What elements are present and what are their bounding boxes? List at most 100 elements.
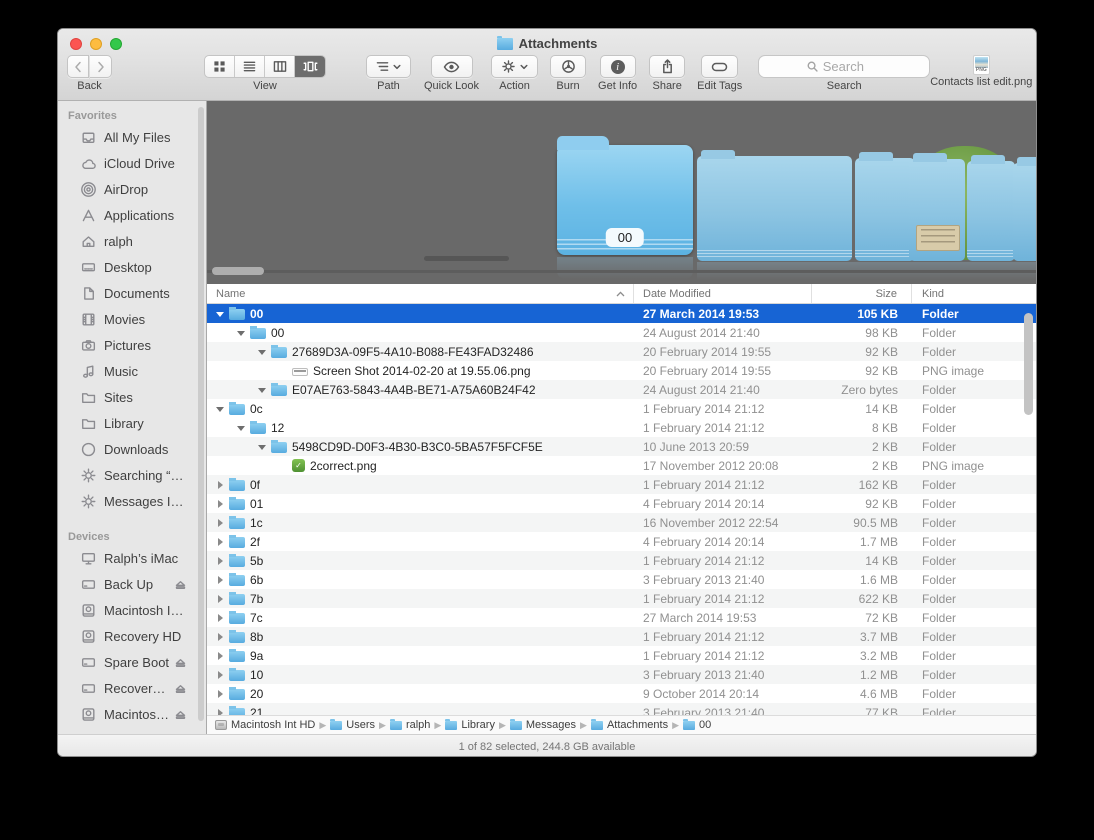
sidebar-item-messages-i[interactable]: Messages I… — [58, 488, 206, 514]
list-scrollbar[interactable] — [1021, 305, 1036, 715]
sidebar-item-macintosh-i[interactable]: Macintosh I… — [58, 597, 206, 623]
table-row[interactable]: 00 24 August 2014 21:40 98 KB Folder — [207, 323, 1036, 342]
table-row[interactable]: Screen Shot 2014-02-20 at 19.55.06.png 20… — [207, 361, 1036, 380]
table-row[interactable]: 27689D3A-09F5-4A10-B088-FE43FAD32486 20 F… — [207, 342, 1036, 361]
column-header-name[interactable]: Name — [207, 284, 634, 303]
disclosure-triangle-icon[interactable] — [215, 594, 226, 604]
sidebar-item-macintos[interactable]: Macintos… — [58, 701, 206, 727]
table-row[interactable]: 00 27 March 2014 19:53 105 KB Folder — [207, 304, 1036, 323]
sidebar-item-movies[interactable]: Movies — [58, 306, 206, 332]
table-row[interactable]: 5b 1 February 2014 21:12 14 KB Folder — [207, 551, 1036, 570]
list-scrollbar-thumb[interactable] — [1024, 313, 1033, 415]
eject-icon[interactable] — [172, 706, 189, 723]
sidebar-item-music[interactable]: Music — [58, 358, 206, 384]
disclosure-triangle-icon[interactable] — [215, 689, 226, 699]
table-row[interactable]: 12 1 February 2014 21:12 8 KB Folder — [207, 418, 1036, 437]
view-columns-button[interactable] — [265, 56, 295, 77]
table-row[interactable]: 20 9 October 2014 20:14 4.6 MB Folder — [207, 684, 1036, 703]
column-header-date-modified[interactable]: Date Modified — [634, 284, 812, 303]
get-info-button[interactable]: i — [599, 55, 636, 78]
table-row[interactable]: 5498CD9D-D0F3-4B30-B3C0-5BA57F5FCF5E 10 J… — [207, 437, 1036, 456]
disclosure-triangle-icon[interactable] — [257, 442, 268, 452]
disclosure-triangle-icon[interactable] — [215, 651, 226, 661]
cover-flow-area[interactable]: 00 — [207, 101, 1036, 284]
disclosure-triangle-icon[interactable] — [236, 423, 247, 433]
view-list-button[interactable] — [235, 56, 265, 77]
sidebar-item-pictures[interactable]: Pictures — [58, 332, 206, 358]
stack-folder-icon[interactable] — [967, 155, 1015, 261]
back-button[interactable] — [67, 55, 89, 78]
sidebar-item-desktop[interactable]: Desktop — [58, 254, 206, 280]
disclosure-triangle-icon[interactable] — [215, 556, 226, 566]
sidebar-scrollbar[interactable] — [198, 107, 204, 721]
toolbar-file-proxy[interactable]: PNG Contacts list edit.png — [930, 55, 1032, 88]
sidebar-item-sites[interactable]: Sites — [58, 384, 206, 410]
column-header-size[interactable]: Size — [812, 284, 912, 303]
stack-folder-icon[interactable] — [855, 152, 915, 261]
breadcrumb-item-users[interactable]: Users — [330, 718, 375, 731]
table-row[interactable]: 7c 27 March 2014 19:53 72 KB Folder — [207, 608, 1036, 627]
breadcrumb-item-ralph[interactable]: ralph — [389, 718, 430, 731]
sidebar-item-searching[interactable]: Searching “… — [58, 462, 206, 488]
sidebar-item-applications[interactable]: Applications — [58, 202, 206, 228]
stack-folder-icon[interactable] — [1013, 157, 1036, 261]
table-row[interactable]: 10 3 February 2013 21:40 1.2 MB Folder — [207, 665, 1036, 684]
table-row[interactable]: 0c 1 February 2014 21:12 14 KB Folder — [207, 399, 1036, 418]
eject-icon[interactable] — [172, 680, 189, 697]
sidebar-item-all-my-files[interactable]: All My Files — [58, 124, 206, 150]
front-folder-icon[interactable]: 00 — [557, 136, 693, 255]
table-row[interactable]: 0f 1 February 2014 21:12 162 KB Folder — [207, 475, 1036, 494]
disclosure-triangle-icon[interactable] — [257, 385, 268, 395]
disclosure-triangle-icon[interactable] — [215, 670, 226, 680]
cover-flow-resize-grip[interactable] — [424, 256, 509, 261]
breadcrumb-item-messages[interactable]: Messages — [509, 718, 576, 731]
breadcrumb-item-attachments[interactable]: Attachments — [590, 718, 668, 731]
table-row[interactable]: 7b 1 February 2014 21:12 622 KB Folder — [207, 589, 1036, 608]
forward-button[interactable] — [90, 55, 112, 78]
table-row[interactable]: 1c 16 November 2012 22:54 90.5 MB Folder — [207, 513, 1036, 532]
sidebar-item-ralph[interactable]: ralph — [58, 228, 206, 254]
view-coverflow-button[interactable] — [295, 56, 325, 77]
eject-icon[interactable] — [172, 576, 189, 593]
table-row[interactable]: 01 4 February 2014 20:14 92 KB Folder — [207, 494, 1036, 513]
disclosure-triangle-icon[interactable] — [215, 404, 226, 414]
stack-folder-icon[interactable] — [909, 153, 965, 261]
search-field[interactable] — [758, 55, 931, 78]
sidebar-item-library[interactable]: Library — [58, 410, 206, 436]
sidebar-item-ralph-s-imac[interactable]: Ralph’s iMac — [58, 545, 206, 571]
disclosure-triangle-icon[interactable] — [215, 613, 226, 623]
breadcrumb-item-library[interactable]: Library — [445, 718, 495, 731]
table-row[interactable]: E07AE763-5843-4A4B-BE71-A75A60B24F42 24 A… — [207, 380, 1036, 399]
share-button[interactable] — [649, 55, 686, 78]
disclosure-triangle-icon[interactable] — [215, 309, 226, 319]
disclosure-triangle-icon[interactable] — [215, 537, 226, 547]
disclosure-triangle-icon[interactable] — [257, 347, 268, 357]
disclosure-triangle-icon[interactable] — [215, 632, 226, 642]
disclosure-triangle-icon[interactable] — [215, 708, 226, 715]
breadcrumb-item-00[interactable]: 00 — [683, 718, 711, 731]
sidebar-item-icloud-drive[interactable]: iCloud Drive — [58, 150, 206, 176]
sidebar-item-back-up[interactable]: Back Up — [58, 571, 206, 597]
cover-flow-scrollbar-track[interactable] — [207, 270, 1036, 273]
burn-button[interactable] — [550, 55, 587, 78]
breadcrumb-item-macintosh-int-hd[interactable]: Macintosh Int HD — [215, 719, 315, 731]
disclosure-triangle-icon[interactable] — [215, 480, 226, 490]
disclosure-triangle-icon[interactable] — [215, 499, 226, 509]
sidebar-item-recover[interactable]: Recover… — [58, 675, 206, 701]
disclosure-triangle-icon[interactable] — [236, 328, 247, 338]
disclosure-triangle-icon[interactable] — [215, 575, 226, 585]
quick-look-button[interactable] — [430, 55, 473, 78]
search-input[interactable] — [822, 59, 883, 74]
table-row[interactable]: 21 3 February 2013 21:40 77 KB Folder — [207, 703, 1036, 715]
stack-folder-icon[interactable] — [697, 150, 852, 261]
action-button[interactable] — [491, 55, 539, 78]
edit-tags-button[interactable] — [701, 55, 739, 78]
table-row[interactable]: 2f 4 February 2014 20:14 1.7 MB Folder — [207, 532, 1036, 551]
table-row[interactable]: 8b 1 February 2014 21:12 3.7 MB Folder — [207, 627, 1036, 646]
sidebar-item-spare-boot[interactable]: Spare Boot — [58, 649, 206, 675]
path-button[interactable] — [366, 55, 411, 78]
disclosure-triangle-icon[interactable] — [215, 518, 226, 528]
sidebar-item-airdrop[interactable]: AirDrop — [58, 176, 206, 202]
column-header-kind[interactable]: Kind — [912, 284, 1036, 303]
table-row[interactable]: 6b 3 February 2013 21:40 1.6 MB Folder — [207, 570, 1036, 589]
